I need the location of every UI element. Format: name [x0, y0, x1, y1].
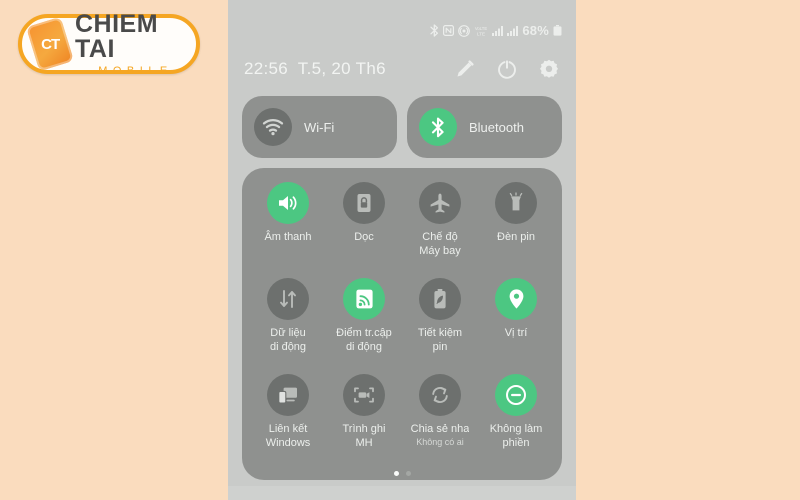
- tile-sound-label: Âm thanh: [264, 231, 312, 243]
- page-dot-active[interactable]: [393, 471, 399, 476]
- tile-airplane-mode[interactable]: Chế độ Máy bay: [402, 182, 478, 278]
- tile-location[interactable]: Vị trí: [478, 278, 554, 374]
- tile-quick-share-sublabel: Không có ai: [416, 436, 464, 447]
- bluetooth-status-icon: [430, 24, 439, 37]
- tile-screen-recorder-label: Trình ghi MH: [342, 423, 386, 449]
- tile-hotspot-label: Điểm tr.cập di động: [336, 327, 392, 353]
- battery-status-icon: [553, 25, 562, 36]
- tile-rotation-lock-label: Dọc: [354, 231, 374, 243]
- tile-link-to-windows[interactable]: Liên kết Windows: [250, 374, 326, 470]
- lte-status-icon: VoLTE LTE: [474, 25, 488, 37]
- edit-pencil-button[interactable]: [454, 58, 476, 80]
- tile-airplane-mode-label: Chế độ Máy bay: [419, 231, 461, 257]
- power-button[interactable]: [496, 58, 518, 80]
- tile-sound[interactable]: Âm thanh: [250, 182, 326, 278]
- sound-volume-icon: [267, 182, 309, 224]
- brand-logo-badge: CT CHIEM TAI MOBILE: [18, 9, 200, 77]
- location-pin-icon: [495, 278, 537, 320]
- tile-flashlight[interactable]: Đèn pin: [478, 182, 554, 278]
- status-bar: VoLTE LTE 68%: [430, 23, 562, 38]
- nfc-status-icon: [443, 25, 455, 36]
- page-dot-inactive[interactable]: [405, 471, 411, 476]
- brand-title: CHIEM TAI: [75, 9, 159, 63]
- brand-subtitle: MOBILE: [98, 64, 173, 77]
- quick-share-icon: [419, 374, 461, 416]
- svg-text:LTE: LTE: [477, 31, 485, 36]
- tile-screen-recorder[interactable]: Trình ghi MH: [326, 374, 402, 470]
- hotspot-status-icon: [458, 24, 471, 37]
- tile-battery-saver[interactable]: Tiết kiệm pin: [402, 278, 478, 374]
- tile-location-label: Vị trí: [504, 327, 528, 339]
- brand-phone-mark: CT: [41, 35, 59, 53]
- tile-link-to-windows-label: Liên kết Windows: [265, 423, 311, 449]
- quick-settings-row: Dữ liệu di động Điểm tr.cập di động Tiết…: [250, 278, 554, 374]
- do-not-disturb-icon: [495, 374, 537, 416]
- tile-hotspot[interactable]: Điểm tr.cập di động: [326, 278, 402, 374]
- tile-quick-share-label: Chia sẻ nha: [410, 423, 470, 435]
- brand-phone-icon: CT: [26, 16, 74, 72]
- hotspot-icon: [343, 278, 385, 320]
- quick-settings-row: Liên kết Windows Trình ghi MH Chia sẻ nh…: [250, 374, 554, 470]
- settings-gear-button[interactable]: [538, 58, 560, 80]
- mobile-data-icon: [267, 278, 309, 320]
- airplane-mode-icon: [419, 182, 461, 224]
- tile-do-not-disturb-label: Không làm phiền: [489, 423, 543, 449]
- panel-header: 22:56 T.5, 20 Th6: [228, 58, 576, 80]
- link-to-windows-icon: [267, 374, 309, 416]
- battery-saver-icon: [419, 278, 461, 320]
- clock-date-label: 22:56 T.5, 20 Th6: [244, 59, 386, 78]
- tile-mobile-data[interactable]: Dữ liệu di động: [250, 278, 326, 374]
- bluetooth-tile[interactable]: Bluetooth: [407, 96, 562, 158]
- tile-flashlight-label: Đèn pin: [497, 231, 535, 243]
- screen-recorder-icon: [343, 374, 385, 416]
- bluetooth-tile-label: Bluetooth: [469, 119, 524, 135]
- brand-wordmark: CHIEM TAI MOBILE: [75, 9, 196, 77]
- battery-percent-label: 68%: [522, 23, 549, 38]
- wifi-tile[interactable]: Wi-Fi: [242, 96, 397, 158]
- flashlight-icon: [495, 182, 537, 224]
- wifi-icon: [254, 108, 292, 146]
- header-action-buttons: [454, 58, 560, 80]
- rotation-lock-icon: [343, 182, 385, 224]
- tile-do-not-disturb[interactable]: Không làm phiền: [478, 374, 554, 470]
- page-indicator[interactable]: [228, 471, 576, 476]
- tile-rotation-lock[interactable]: Dọc: [326, 182, 402, 278]
- phone-screenshot: VoLTE LTE 68% 22:56 T.5, 20 Th6 Wi-Fi Bl…: [228, 0, 576, 500]
- bluetooth-icon: [419, 108, 457, 146]
- quick-settings-row: Âm thanh Dọc Chế độ Máy bay Đèn pin: [250, 182, 554, 278]
- tile-quick-share[interactable]: Chia sẻ nha Không có ai: [402, 374, 478, 470]
- signal-bars-1-icon: [492, 25, 504, 36]
- wifi-tile-label: Wi-Fi: [304, 119, 335, 135]
- tile-battery-saver-label: Tiết kiệm pin: [417, 327, 463, 353]
- quick-settings-panel: Âm thanh Dọc Chế độ Máy bay Đèn pin Dữ l…: [242, 168, 562, 480]
- signal-bars-2-icon: [507, 25, 519, 36]
- tile-mobile-data-label: Dữ liệu di động: [269, 327, 307, 353]
- phone-bottom-strip: [228, 486, 576, 500]
- connectivity-tiles: Wi-Fi Bluetooth: [242, 96, 562, 158]
